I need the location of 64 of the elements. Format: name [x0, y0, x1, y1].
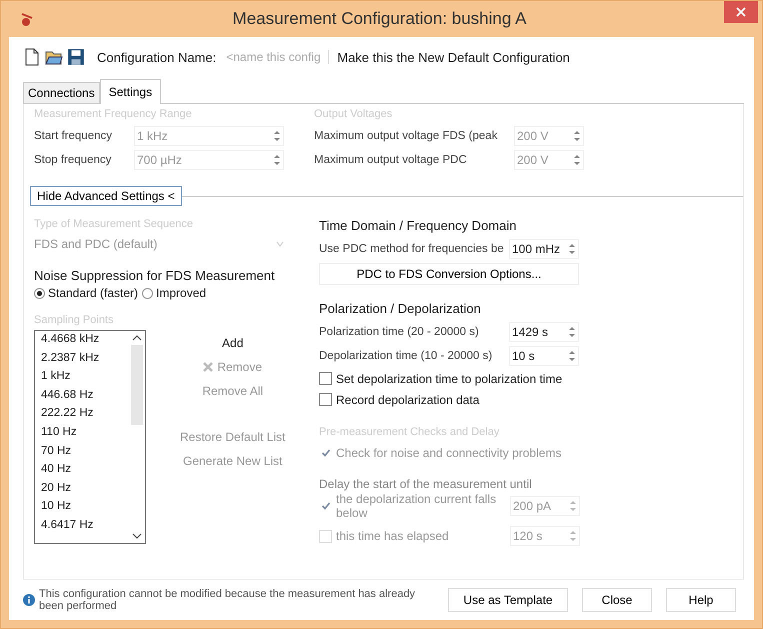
checkbox-label: this time has elapsed	[336, 529, 450, 543]
spin-arrows-icon[interactable]	[568, 325, 576, 339]
info-icon	[23, 594, 35, 606]
list-action-button[interactable]: Add	[218, 334, 248, 352]
radio-option[interactable]: Improved	[142, 286, 206, 300]
list-item[interactable]: 4.4668 kHz	[41, 333, 129, 352]
section-heading: Time Domain / Frequency Domain	[319, 218, 518, 233]
hide-advanced-button[interactable]: Hide Advanced Settings <	[30, 186, 182, 206]
info-message: This configuration cannot be modified because the measurement has already been performed	[39, 588, 416, 612]
list-item[interactable]: 20 Hz	[41, 482, 129, 500]
field-label: Polarization time (20 - 20000 s)	[319, 326, 480, 338]
list-item[interactable]: 4.6417 Hz	[41, 518, 129, 538]
conversion-options-button[interactable]: PDC to FDS Conversion Options...	[319, 263, 579, 285]
radio-button[interactable]	[34, 288, 45, 298]
configuration-name-field[interactable]: <name this config	[224, 50, 330, 64]
checkbox[interactable]	[319, 393, 332, 406]
app-icon	[19, 11, 35, 27]
field-label: Stop frequency	[34, 154, 112, 166]
list-item[interactable]: 10 Hz	[41, 500, 129, 519]
dialog-button[interactable]: Use as Template	[448, 588, 568, 612]
close-icon	[736, 7, 746, 17]
checkbox-label: Set depolarization time to polarization time	[336, 372, 562, 386]
radio-button[interactable]	[142, 288, 154, 298]
new-file-icon[interactable]	[23, 48, 41, 66]
dialog-button[interactable]: Help	[666, 588, 736, 612]
scroll-down-icon[interactable]	[132, 533, 142, 539]
spin-arrows-icon[interactable]	[568, 242, 576, 256]
spin-field[interactable]: 100 mHz	[509, 239, 579, 259]
spin-field[interactable]: 1429 s	[509, 322, 579, 342]
tab[interactable]: Settings	[100, 79, 162, 104]
window-title: Measurement Configuration: bushing A	[232, 9, 528, 29]
field-label: Depolarization time (10 - 20000 s)	[319, 350, 494, 362]
field-label: Maximum output voltage FDS (peak	[314, 130, 498, 142]
checkbox[interactable]	[319, 372, 332, 385]
spin-field[interactable]: 10 s	[509, 346, 579, 366]
field-label: Use PDC method for frequencies be	[319, 243, 505, 255]
list-item[interactable]: 110 Hz	[41, 426, 129, 445]
section-heading: Noise Suppression for FDS Measurement	[34, 268, 276, 283]
remove-icon	[203, 362, 214, 372]
radio-label: Improved	[156, 286, 206, 300]
field-label: Maximum output voltage PDC	[314, 154, 468, 166]
list-item[interactable]: 40 Hz	[41, 463, 129, 482]
default-configuration-link[interactable]: Make this the New Default Configuration	[333, 50, 574, 64]
checkbox-label: Check for noise and connectivity problems	[336, 446, 562, 460]
field-label: Start frequency	[34, 130, 113, 142]
save-icon[interactable]	[67, 48, 85, 66]
delay-caption: Delay the start of the measurement until	[319, 477, 533, 491]
dialog-button[interactable]: Close	[582, 588, 652, 612]
configuration-name-label: Configuration Name:	[97, 50, 216, 64]
checkbox-label: the depolarization current falls below	[336, 492, 498, 520]
list-item[interactable]: 2.2387 kHz	[41, 352, 129, 370]
spin-arrows-icon[interactable]	[569, 529, 577, 543]
list-item[interactable]: 446.68 Hz	[41, 388, 129, 408]
close-button[interactable]	[724, 1, 758, 23]
sampling-points-list[interactable]: 4.4668 kHz 2.2387 kHz 1 kHz 446.68 Hz 222.22 Hz 110 Hz 70 Hz 40 Hz 20 Hz 10 Hz 4.6417 Hz	[34, 330, 146, 544]
checkbox-label: Record depolarization data	[336, 392, 480, 406]
list-item[interactable]: 1 kHz	[41, 370, 129, 389]
spin-arrows-icon[interactable]	[568, 349, 576, 363]
list-item[interactable]: 222.22 Hz	[41, 407, 129, 426]
scroll-up-icon[interactable]	[132, 335, 142, 341]
list-item[interactable]: 70 Hz	[41, 444, 129, 464]
section-heading: Polarization / Depolarization	[319, 301, 482, 316]
tab[interactable]: Connections	[23, 82, 100, 103]
spin-arrows-icon[interactable]	[569, 499, 577, 513]
